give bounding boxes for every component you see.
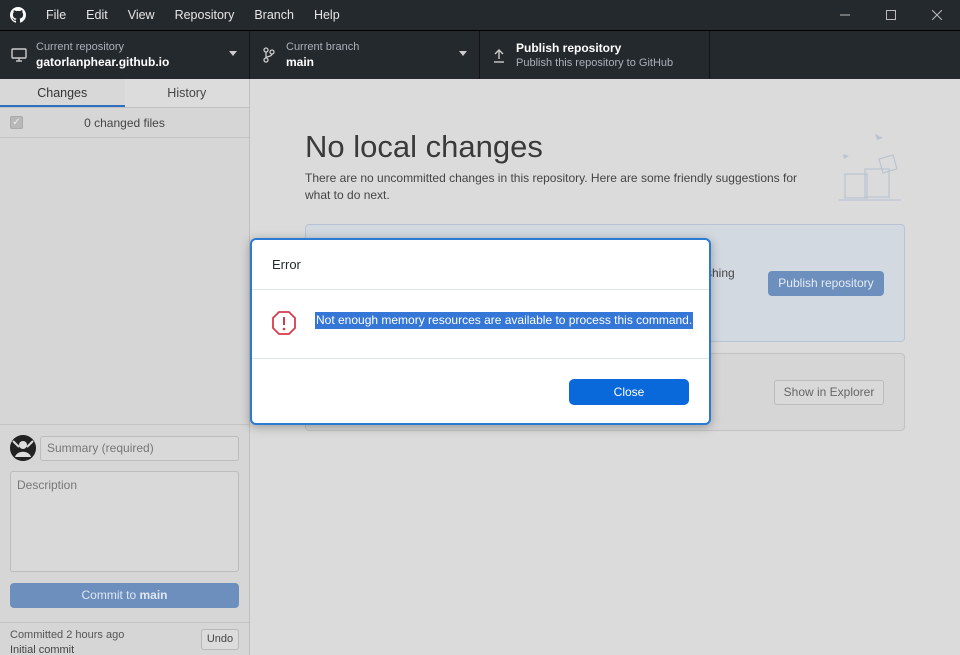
branch-icon <box>260 47 278 63</box>
commit-button[interactable]: Commit to main <box>10 583 239 608</box>
publish-title: Publish repository <box>516 41 622 55</box>
summary-input[interactable]: Summary (required) <box>40 436 239 461</box>
tab-changes[interactable]: Changes <box>0 79 125 107</box>
publish-repository-button[interactable]: Publish repository Publish this reposito… <box>480 31 710 79</box>
dialog-title: Error <box>272 257 301 272</box>
menu-view[interactable]: View <box>118 0 165 30</box>
menu-file[interactable]: File <box>36 0 76 30</box>
error-octagon-icon <box>271 310 297 336</box>
sidebar: Changes History ✓ 0 changed files Summar… <box>0 79 250 655</box>
title-bar: File Edit View Repository Branch Help <box>0 0 960 30</box>
avatar <box>10 435 36 461</box>
description-input[interactable]: Description <box>10 471 239 572</box>
commit-area: Summary (required) Description Commit to… <box>0 424 249 622</box>
show-in-explorer-button[interactable]: Show in Explorer <box>774 380 884 405</box>
window-controls <box>822 0 960 30</box>
select-all-checkbox[interactable]: ✓ <box>10 116 23 129</box>
changed-files-header: ✓ 0 changed files <box>0 108 249 138</box>
chevron-down-icon <box>229 51 237 56</box>
last-commit-time: Committed 2 hours ago <box>10 629 125 641</box>
toolbar: Current repository gatorlanphear.github.… <box>0 30 960 79</box>
undo-button[interactable]: Undo <box>201 629 239 650</box>
desktop-icon <box>10 48 28 62</box>
maximize-icon[interactable] <box>868 0 914 30</box>
chevron-down-icon <box>459 51 467 56</box>
close-button[interactable]: Close <box>569 379 689 405</box>
dialog-divider <box>252 289 709 290</box>
current-repository-button[interactable]: Current repository gatorlanphear.github.… <box>0 31 250 79</box>
upload-icon <box>490 47 508 63</box>
error-message: Not enough memory resources are availabl… <box>315 312 694 329</box>
tab-history[interactable]: History <box>125 79 250 107</box>
menu-repository[interactable]: Repository <box>165 0 245 30</box>
repo-name: gatorlanphear.github.io <box>36 55 170 69</box>
publish-subtitle: Publish this repository to GitHub <box>516 57 674 69</box>
sidebar-tabs: Changes History <box>0 79 249 108</box>
menu-branch[interactable]: Branch <box>244 0 304 30</box>
commit-button-prefix: Commit to <box>81 588 140 602</box>
last-commit: Committed 2 hours ago Initial commit Und… <box>0 622 249 655</box>
minimize-icon[interactable] <box>822 0 868 30</box>
error-dialog: Error Not enough memory resources are av… <box>250 238 711 425</box>
commit-button-branch: main <box>139 588 168 602</box>
intro-text: There are no uncommitted changes in this… <box>305 171 798 202</box>
menu-bar: File Edit View Repository Branch Help <box>36 0 350 30</box>
current-branch-button[interactable]: Current branch main <box>250 31 480 79</box>
branch-name: main <box>286 55 315 69</box>
github-logo-icon[interactable] <box>0 0 36 30</box>
changed-files-count: 0 changed files <box>84 115 165 130</box>
close-window-icon[interactable] <box>914 0 960 30</box>
menu-edit[interactable]: Edit <box>76 0 118 30</box>
boxes-illustration-icon <box>835 129 905 204</box>
menu-help[interactable]: Help <box>304 0 350 30</box>
page-title: No local changes <box>305 129 543 164</box>
branch-label: Current branch <box>286 41 360 53</box>
repo-label: Current repository <box>36 41 125 53</box>
dialog-divider <box>252 358 709 359</box>
publish-repository-card-button[interactable]: Publish repository <box>768 271 884 296</box>
last-commit-message: Initial commit <box>10 644 75 655</box>
